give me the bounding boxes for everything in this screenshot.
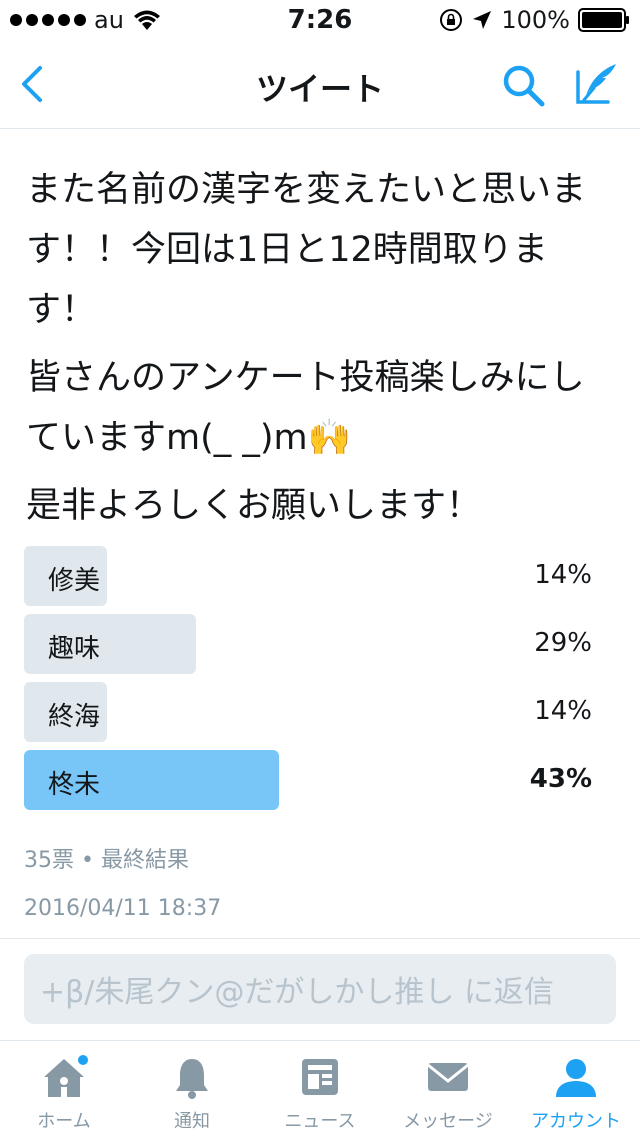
poll-option-percent: 14% [534, 560, 592, 590]
compose-tweet-icon[interactable] [572, 60, 620, 108]
poll-option: 修美 14% [24, 546, 594, 606]
tab-messages[interactable]: メッセージ [384, 1053, 512, 1133]
poll-vote-summary: 35票 • 最終結果 [24, 848, 189, 873]
tweet-timestamp: 2016/04/11 18:37 [24, 896, 222, 921]
envelope-icon [424, 1053, 472, 1101]
bell-icon [168, 1053, 216, 1101]
tab-label: アカウント [531, 1111, 621, 1132]
battery-icon [578, 8, 629, 32]
poll-option: 終海 14% [24, 682, 594, 742]
poll-option-percent: 29% [534, 628, 592, 658]
poll-results: 修美 14% 趣味 29% 終海 14% 柊未 43% [24, 546, 594, 818]
poll-option-label: 修美 [48, 566, 101, 596]
tab-home[interactable]: ホーム [0, 1053, 128, 1133]
poll-option-percent: 14% [534, 696, 592, 726]
home-icon [40, 1053, 88, 1101]
navigation-bar: ツイート [0, 40, 640, 129]
tweet-paragraph: 是非よろしくお願いします！ [26, 486, 482, 526]
tweet-text: また名前の漢字を変えたいと思います！！今回は1日と12時間取ります！ 皆さんのア… [26, 160, 616, 544]
tweet-detail-screen: au 7:26 100% ツイート また名前の漢字を変えたいと思います！！今回は… [0, 0, 640, 1136]
search-icon[interactable] [500, 62, 546, 108]
poll-option-label: 趣味 [48, 634, 101, 664]
divider [0, 938, 640, 939]
tab-account[interactable]: アカウント [512, 1053, 640, 1133]
battery-percent: 100% [501, 6, 570, 34]
tab-label: 通知 [174, 1111, 210, 1132]
poll-option-percent: 43% [529, 764, 592, 794]
poll-option: 柊未 43% [24, 750, 594, 810]
notification-dot [78, 1055, 88, 1065]
location-arrow-icon [473, 11, 492, 29]
poll-option: 趣味 29% [24, 614, 594, 674]
tab-news[interactable]: ニュース [256, 1053, 384, 1133]
news-icon [296, 1053, 344, 1101]
tab-notifications[interactable]: 通知 [128, 1053, 256, 1133]
poll-option-label: 柊未 [48, 770, 101, 800]
tab-label: メッセージ [403, 1111, 493, 1132]
tab-label: ニュース [284, 1111, 356, 1132]
poll-option-label: 終海 [48, 702, 101, 732]
tab-label: ホーム [37, 1111, 91, 1132]
tweet-paragraph: 皆さんのアンケート投稿楽しみにしていますm(_ _)m🙌 [26, 358, 585, 458]
tweet-paragraph: また名前の漢字を変えたいと思います！！今回は1日と12時間取ります！ [26, 170, 587, 330]
rotation-lock-icon [440, 9, 463, 31]
status-right: 100% [439, 6, 630, 34]
status-bar: au 7:26 100% [0, 0, 640, 40]
tab-bar: ホーム 通知 ニュース メッセージ アカウント [0, 1040, 640, 1136]
person-icon [552, 1053, 600, 1101]
reply-input[interactable]: +β/朱尾クン@だがしかし推し に返信 [24, 954, 616, 1024]
